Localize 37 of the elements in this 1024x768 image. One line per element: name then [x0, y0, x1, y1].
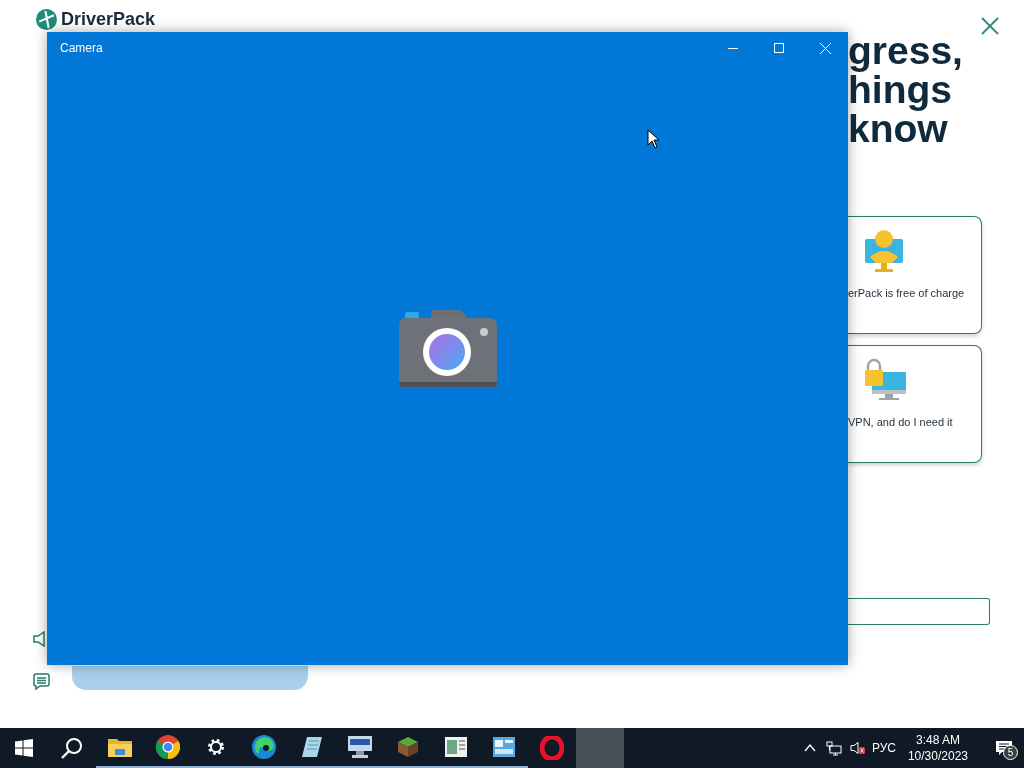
notifications-button[interactable]: 5	[984, 728, 1024, 768]
window-title: Camera	[59, 40, 104, 57]
logo-icon	[36, 9, 57, 30]
notepad-icon	[301, 736, 323, 758]
chat-icon[interactable]	[33, 673, 50, 690]
language-indicator[interactable]: РУС	[871, 739, 896, 757]
grass-block-icon	[397, 736, 419, 758]
settings-icon	[206, 737, 226, 757]
folder-icon	[108, 737, 132, 757]
search-icon	[61, 737, 83, 759]
card-title: VPN, and do I need it	[848, 415, 954, 430]
article-card[interactable]: VPN, and do I need it	[848, 345, 982, 463]
logo-text: DriverPack	[61, 9, 156, 30]
computer-icon	[347, 735, 373, 759]
cursor-icon	[647, 129, 660, 149]
opera-icon	[540, 736, 564, 760]
camera-icon	[398, 307, 497, 388]
heading-line: gress,	[848, 28, 964, 74]
card-title: erPack is free of charge	[848, 286, 966, 301]
clock-time[interactable]: 3:48 AM	[915, 732, 960, 748]
windows-icon	[15, 739, 33, 757]
network-icon[interactable]	[825, 740, 842, 756]
monitor-lock-icon	[864, 358, 908, 402]
clock-date[interactable]: 10/30/2023	[907, 748, 968, 764]
control-panel-icon	[493, 737, 515, 757]
close-icon[interactable]	[981, 17, 999, 35]
input-field[interactable]	[848, 598, 990, 625]
article-card[interactable]: erPack is free of charge	[848, 216, 982, 334]
browser-wave-icon	[252, 735, 276, 759]
browser-icon	[156, 735, 180, 759]
volume-icon[interactable]	[849, 741, 865, 755]
close-icon	[819, 42, 831, 54]
document-icon	[445, 737, 467, 757]
notification-count: 5	[1003, 745, 1018, 760]
monitor-coin-icon	[864, 229, 904, 273]
maximize-icon	[774, 43, 784, 53]
chevron-up-icon[interactable]	[803, 744, 816, 752]
